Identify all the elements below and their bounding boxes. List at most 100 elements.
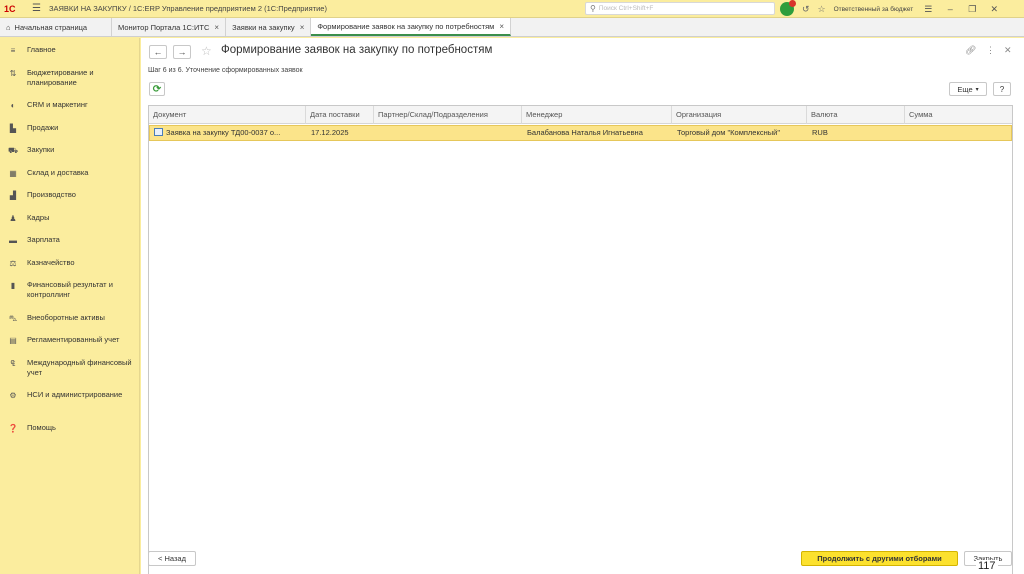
favorite-star-icon[interactable]: ☆ — [201, 44, 212, 58]
back-arrow-button[interactable]: ← — [149, 45, 167, 59]
column-header-date[interactable]: Дата поставки — [306, 106, 374, 124]
cell-date: 17.12.2025 — [311, 128, 349, 137]
sidebar-item-label: Международный финансовый учет — [27, 358, 132, 377]
continue-button[interactable]: Продолжить с другими отборами — [801, 551, 958, 566]
slide-number: 117 — [976, 560, 998, 572]
close-tab-icon[interactable]: × — [214, 23, 219, 32]
column-header-sum[interactable]: Сумма — [905, 106, 1012, 124]
cart-icon: ⛟ — [8, 146, 19, 155]
history-icon[interactable]: ↺ — [802, 4, 810, 15]
factory-icon: ▟ — [9, 191, 17, 200]
step-indicator: Шаг 6 из 6. Уточнение сформированных зая… — [148, 67, 303, 74]
sidebar-item-crm[interactable]: ◐ CRM и маркетинг — [0, 100, 140, 111]
sidebar-item-label: Зарплата — [27, 235, 60, 244]
cell-currency: RUB — [812, 128, 828, 137]
column-header-document[interactable]: Документ — [149, 106, 306, 124]
tab-bar: ⌂ Начальная страница Монитор Портала 1С:… — [0, 18, 1024, 37]
tab-purchase-requests[interactable]: Заявки на закупку × — [226, 18, 312, 36]
sidebar-item-purchases[interactable]: ⛟ Закупки — [0, 145, 140, 156]
cell-partner — [375, 126, 523, 140]
back-button[interactable]: < Назад — [148, 551, 196, 566]
forward-arrow-button[interactable]: → — [173, 45, 191, 59]
sidebar-item-help[interactable]: ❓ Помощь — [0, 423, 140, 434]
sidebar-item-salary[interactable]: ▬ Зарплата — [0, 235, 140, 246]
settings-menu-icon[interactable]: ☰ — [921, 4, 935, 15]
document-icon — [154, 128, 163, 137]
treasury-icon: ⚖ — [9, 259, 17, 268]
main-menu-icon[interactable]: ☰ — [32, 3, 41, 14]
global-search-input[interactable]: ⚲ Поиск Ctrl+Shift+F — [585, 2, 775, 15]
chart-icon: ▮ — [10, 281, 16, 290]
column-header-organization[interactable]: Организация — [672, 106, 807, 124]
help-icon: ❓ — [8, 424, 18, 433]
home-icon: ⌂ — [6, 22, 11, 32]
sidebar-item-label: Регламентированный учет — [27, 335, 120, 344]
sidebar-item-label: Кадры — [27, 213, 50, 222]
salary-icon: ▬ — [9, 236, 17, 245]
table-row[interactable]: Заявка на закупку ТД00-0037 о... 17.12.2… — [149, 125, 1012, 141]
sidebar-item-fixed-assets[interactable]: ⛍ Внеоборотные активы — [0, 313, 140, 324]
sidebar-item-label: Финансовый результат и контроллинг — [27, 280, 113, 299]
sidebar-item-label: Помощь — [27, 423, 56, 432]
search-placeholder: Поиск Ctrl+Shift+F — [598, 5, 654, 12]
title-bar: 1С ☰ ЗАЯВКИ НА ЗАКУПКУ / 1С:ERP Управлен… — [0, 0, 1024, 18]
current-user[interactable]: Ответственный за бюджет — [834, 6, 914, 13]
close-tab-icon[interactable]: × — [300, 23, 305, 32]
document-link[interactable]: Заявка на закупку ТД00-0037 о... — [166, 128, 280, 137]
car-icon: ⛍ — [8, 314, 18, 323]
sidebar-item-label: CRM и маркетинг — [27, 100, 88, 109]
link-icon[interactable]: 🔗︎ — [965, 45, 976, 56]
close-form-icon[interactable]: ✕ — [1004, 45, 1012, 56]
sidebar-item-label: Казначейство — [27, 258, 75, 267]
person-icon: ♟ — [9, 214, 17, 223]
sidebar-item-international[interactable]: ₠ Международный финансовый учет — [0, 358, 140, 378]
sidebar-item-financial-result[interactable]: ▮ Финансовый результат и контроллинг — [0, 280, 140, 300]
tab-form-requests[interactable]: Формирование заявок на закупку по потреб… — [311, 18, 511, 36]
sales-icon: ▙ — [9, 124, 17, 133]
sidebar: ≡ Главное ⇅ Бюджетирование и планировани… — [0, 38, 140, 574]
sidebar-item-sales[interactable]: ▙ Продажи — [0, 123, 140, 134]
minimize-icon[interactable]: – — [943, 4, 957, 14]
titlebar-tools: ↺ ☆ Ответственный за бюджет ☰ – ❐ ✕ — [780, 0, 1001, 17]
refresh-button[interactable]: ⟳ — [149, 82, 165, 96]
page-title: Формирование заявок на закупку по потреб… — [221, 44, 493, 56]
tab-home[interactable]: ⌂ Начальная страница — [0, 18, 112, 36]
sidebar-item-label: Склад и доставка — [27, 168, 89, 177]
sidebar-item-regulated-accounting[interactable]: ▤ Регламентированный учет — [0, 335, 140, 346]
sidebar-item-hr[interactable]: ♟ Кадры — [0, 213, 140, 224]
search-icon: ⚲ — [590, 4, 596, 13]
international-icon: ₠ — [10, 359, 16, 368]
close-window-icon[interactable]: ✕ — [987, 4, 1001, 15]
warehouse-icon: ▦ — [9, 169, 17, 178]
column-header-manager[interactable]: Менеджер — [522, 106, 672, 124]
column-header-partner[interactable]: Партнер/Склад/Подразделения — [374, 106, 522, 124]
cell-organization: Торговый дом "Комплексный" — [677, 128, 780, 137]
tab-its-portal[interactable]: Монитор Портала 1С:ИТС × — [112, 18, 227, 36]
favorites-star-icon[interactable]: ☆ — [818, 4, 826, 15]
sidebar-item-warehouse[interactable]: ▦ Склад и доставка — [0, 168, 140, 179]
cell-document[interactable]: Заявка на закупку ТД00-0037 о... — [150, 126, 307, 140]
more-button[interactable]: Еще ▾ — [949, 82, 987, 96]
menu-lines-icon: ≡ — [10, 46, 16, 55]
help-button[interactable]: ? — [993, 82, 1011, 96]
sidebar-item-admin[interactable]: ⚙ НСИ и администрирование — [0, 390, 140, 401]
cell-manager: Балабанова Наталья Игнатьевна — [527, 128, 643, 137]
sidebar-item-main[interactable]: ≡ Главное — [0, 45, 140, 56]
close-tab-icon[interactable]: × — [499, 22, 504, 31]
sidebar-item-budget[interactable]: ⇅ Бюджетирование и планирование — [0, 68, 140, 88]
sidebar-item-label: Производство — [27, 190, 76, 199]
requests-table: Документ Дата поставки Партнер/Склад/Под… — [148, 105, 1013, 574]
sidebar-item-production[interactable]: ▟ Производство — [0, 190, 140, 201]
cell-sum — [906, 126, 1013, 140]
notification-badge — [789, 0, 796, 7]
more-vertical-icon[interactable]: ⋮ — [986, 45, 995, 56]
gear-icon: ⚙ — [9, 391, 17, 400]
sidebar-item-label: НСИ и администрирование — [27, 390, 123, 399]
column-header-currency[interactable]: Валюта — [807, 106, 905, 124]
sidebar-item-label: Закупки — [27, 145, 55, 154]
app-logo: 1С — [4, 3, 16, 14]
restore-icon[interactable]: ❐ — [965, 4, 979, 15]
notification-icon[interactable] — [780, 0, 796, 16]
crm-icon: ◐ — [10, 101, 16, 110]
sidebar-item-treasury[interactable]: ⚖ Казначейство — [0, 258, 140, 269]
